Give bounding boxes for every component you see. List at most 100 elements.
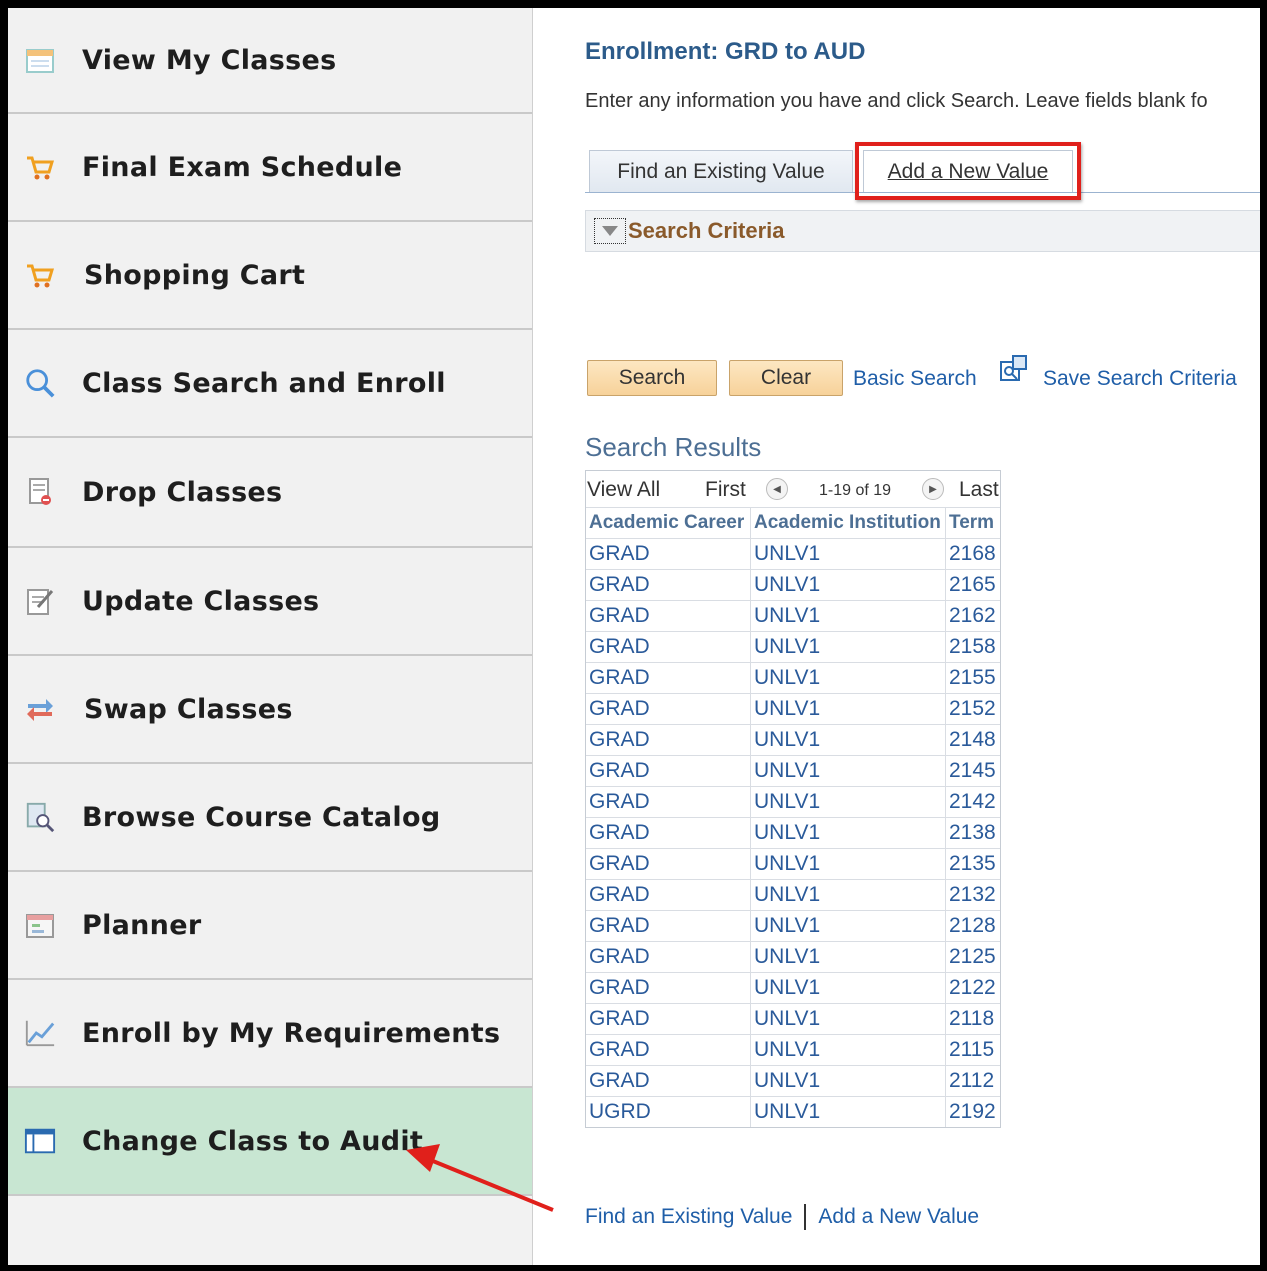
- table-row[interactable]: GRAD UNLV1 2118: [586, 1003, 1000, 1035]
- cell-term[interactable]: 2122: [945, 972, 1000, 1004]
- cell-academic-career[interactable]: GRAD: [586, 941, 751, 973]
- sidebar-item-class-search[interactable]: Class Search and Enroll: [8, 330, 532, 438]
- first-link[interactable]: First: [705, 478, 746, 502]
- cell-academic-institution[interactable]: UNLV1: [750, 631, 946, 663]
- cell-term[interactable]: 2155: [945, 662, 1000, 694]
- sidebar-item-browse-catalog[interactable]: Browse Course Catalog: [8, 764, 532, 872]
- cell-term[interactable]: 2115: [945, 1034, 1000, 1066]
- sidebar-item-enroll-requirements[interactable]: Enroll by My Requirements: [8, 980, 532, 1088]
- cell-term[interactable]: 2125: [945, 941, 1000, 973]
- search-button[interactable]: Search: [587, 360, 717, 396]
- cell-academic-institution[interactable]: UNLV1: [750, 693, 946, 725]
- cell-academic-career[interactable]: GRAD: [586, 724, 751, 756]
- cell-academic-career[interactable]: GRAD: [586, 755, 751, 787]
- cell-academic-institution[interactable]: UNLV1: [750, 941, 946, 973]
- cell-academic-institution[interactable]: UNLV1: [750, 1096, 946, 1127]
- cell-academic-career[interactable]: GRAD: [586, 1003, 751, 1035]
- cell-academic-institution[interactable]: UNLV1: [750, 600, 946, 632]
- cell-academic-institution[interactable]: UNLV1: [750, 538, 946, 570]
- find-existing-value-link[interactable]: Find an Existing Value: [585, 1205, 792, 1229]
- cell-academic-institution[interactable]: UNLV1: [750, 910, 946, 942]
- next-page-icon[interactable]: ▶: [922, 478, 944, 500]
- cell-academic-career[interactable]: GRAD: [586, 538, 751, 570]
- table-row[interactable]: GRAD UNLV1 2155: [586, 662, 1000, 694]
- table-row[interactable]: GRAD UNLV1 2162: [586, 600, 1000, 632]
- cell-academic-institution[interactable]: UNLV1: [750, 879, 946, 911]
- cell-academic-career[interactable]: GRAD: [586, 600, 751, 632]
- cell-term[interactable]: 2162: [945, 600, 1000, 632]
- sidebar-item-planner[interactable]: Planner: [8, 872, 532, 980]
- clear-button[interactable]: Clear: [729, 360, 843, 396]
- table-row[interactable]: GRAD UNLV1 2158: [586, 631, 1000, 663]
- cell-term[interactable]: 2145: [945, 755, 1000, 787]
- sidebar-item-shopping-cart[interactable]: Shopping Cart: [8, 222, 532, 330]
- cell-academic-institution[interactable]: UNLV1: [750, 1003, 946, 1035]
- cell-academic-career[interactable]: GRAD: [586, 879, 751, 911]
- sidebar-item-change-class-to-audit[interactable]: Change Class to Audit: [8, 1088, 532, 1196]
- save-search-criteria-link[interactable]: Save Search Criteria: [1043, 367, 1237, 391]
- table-row[interactable]: GRAD UNLV1 2132: [586, 879, 1000, 911]
- table-row[interactable]: GRAD UNLV1 2122: [586, 972, 1000, 1004]
- table-row[interactable]: GRAD UNLV1 2112: [586, 1065, 1000, 1097]
- sidebar-item-swap-classes[interactable]: Swap Classes: [8, 656, 532, 764]
- cell-academic-institution[interactable]: UNLV1: [750, 786, 946, 818]
- tab-find-existing-value[interactable]: Find an Existing Value: [589, 150, 853, 192]
- cell-term[interactable]: 2148: [945, 724, 1000, 756]
- cell-academic-career[interactable]: GRAD: [586, 1034, 751, 1066]
- sidebar-item-final-exam-schedule[interactable]: Final Exam Schedule: [8, 114, 532, 222]
- table-row[interactable]: GRAD UNLV1 2168: [586, 538, 1000, 570]
- table-row[interactable]: GRAD UNLV1 2152: [586, 693, 1000, 725]
- add-new-value-link[interactable]: Add a New Value: [818, 1205, 979, 1229]
- cell-academic-career[interactable]: GRAD: [586, 569, 751, 601]
- cell-academic-institution[interactable]: UNLV1: [750, 569, 946, 601]
- cell-academic-institution[interactable]: UNLV1: [750, 724, 946, 756]
- cell-academic-career[interactable]: GRAD: [586, 693, 751, 725]
- table-row[interactable]: UGRD UNLV1 2192: [586, 1096, 1000, 1127]
- last-link[interactable]: Last: [959, 478, 999, 502]
- table-row[interactable]: GRAD UNLV1 2115: [586, 1034, 1000, 1066]
- table-row[interactable]: GRAD UNLV1 2145: [586, 755, 1000, 787]
- cell-term[interactable]: 2128: [945, 910, 1000, 942]
- table-row[interactable]: GRAD UNLV1 2135: [586, 848, 1000, 880]
- cell-academic-career[interactable]: GRAD: [586, 848, 751, 880]
- sidebar-item-view-my-classes[interactable]: View My Classes: [8, 8, 532, 114]
- column-header-academic-career[interactable]: Academic Career: [586, 507, 751, 539]
- cell-academic-institution[interactable]: UNLV1: [750, 1034, 946, 1066]
- table-row[interactable]: GRAD UNLV1 2142: [586, 786, 1000, 818]
- cell-term[interactable]: 2152: [945, 693, 1000, 725]
- sidebar-item-drop-classes[interactable]: Drop Classes: [8, 438, 532, 548]
- column-header-academic-institution[interactable]: Academic Institution: [750, 507, 946, 539]
- table-row[interactable]: GRAD UNLV1 2148: [586, 724, 1000, 756]
- cell-academic-career[interactable]: UGRD: [586, 1096, 751, 1127]
- cell-academic-career[interactable]: GRAD: [586, 972, 751, 1004]
- cell-academic-institution[interactable]: UNLV1: [750, 817, 946, 849]
- cell-academic-career[interactable]: GRAD: [586, 817, 751, 849]
- cell-academic-career[interactable]: GRAD: [586, 786, 751, 818]
- table-row[interactable]: GRAD UNLV1 2125: [586, 941, 1000, 973]
- cell-term[interactable]: 2112: [945, 1065, 1000, 1097]
- table-row[interactable]: GRAD UNLV1 2165: [586, 569, 1000, 601]
- cell-term[interactable]: 2165: [945, 569, 1000, 601]
- search-criteria-label[interactable]: Search Criteria: [628, 218, 785, 244]
- cell-academic-career[interactable]: GRAD: [586, 1065, 751, 1097]
- cell-academic-institution[interactable]: UNLV1: [750, 1065, 946, 1097]
- cell-term[interactable]: 2135: [945, 848, 1000, 880]
- cell-term[interactable]: 2142: [945, 786, 1000, 818]
- collapse-toggle-icon[interactable]: [594, 218, 626, 244]
- cell-term[interactable]: 2132: [945, 879, 1000, 911]
- cell-term[interactable]: 2118: [945, 1003, 1000, 1035]
- previous-page-icon[interactable]: ◀: [766, 478, 788, 500]
- cell-academic-institution[interactable]: UNLV1: [750, 662, 946, 694]
- table-row[interactable]: GRAD UNLV1 2138: [586, 817, 1000, 849]
- cell-academic-career[interactable]: GRAD: [586, 662, 751, 694]
- cell-academic-institution[interactable]: UNLV1: [750, 755, 946, 787]
- cell-term[interactable]: 2168: [945, 538, 1000, 570]
- table-row[interactable]: GRAD UNLV1 2128: [586, 910, 1000, 942]
- cell-academic-institution[interactable]: UNLV1: [750, 972, 946, 1004]
- sidebar-item-update-classes[interactable]: Update Classes: [8, 548, 532, 656]
- column-header-term[interactable]: Term: [945, 507, 1000, 539]
- cell-academic-career[interactable]: GRAD: [586, 910, 751, 942]
- save-search-icon[interactable]: [999, 354, 1029, 384]
- basic-search-link[interactable]: Basic Search: [853, 367, 977, 391]
- view-all-link[interactable]: View All: [587, 478, 660, 502]
